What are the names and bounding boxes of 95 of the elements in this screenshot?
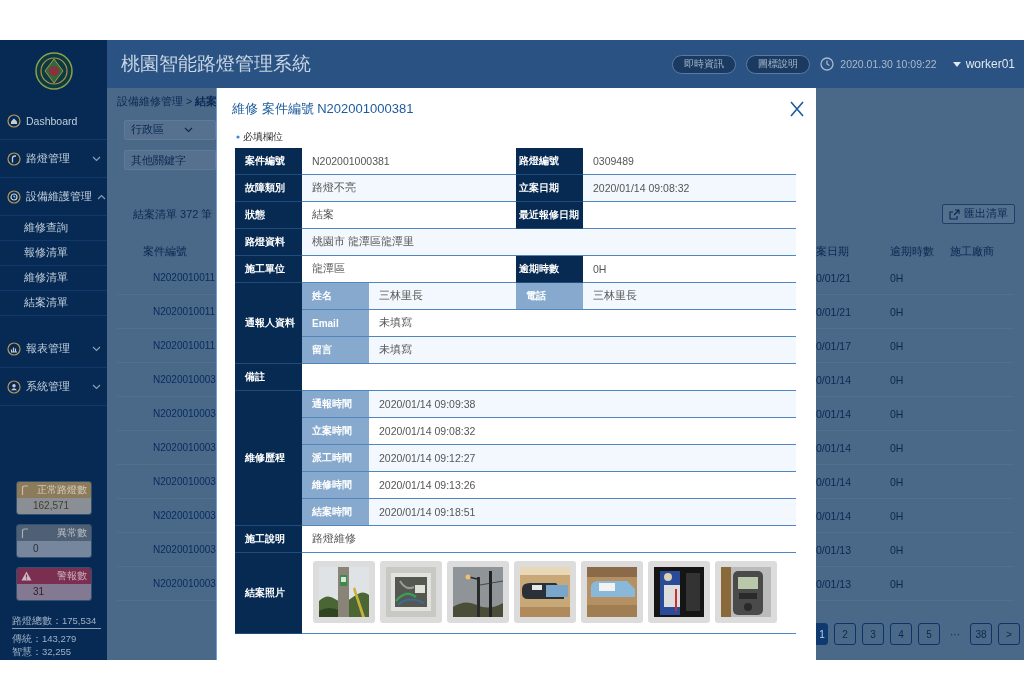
field-label: 立案日期 [516, 175, 583, 202]
table-cell-text: 0H [890, 271, 905, 286]
table-cell-text: 0/01/14 [816, 475, 853, 490]
field-label: 施工說明 [235, 526, 302, 553]
sub-label: 維修時間 [302, 472, 369, 499]
field-label: 路燈編號 [516, 148, 583, 175]
table-cell-text: 0H [890, 509, 905, 524]
export-icon [949, 208, 960, 220]
lamp-total: 智慧：32,255 [12, 645, 73, 658]
photo-thumbnail[interactable] [380, 561, 442, 623]
chart-icon [7, 341, 21, 356]
lamp-icon [7, 151, 21, 166]
table-cell-text: 0H [890, 577, 905, 592]
field-value: 2020/01/14 09:12:27 [369, 445, 796, 472]
table-cell-text: 0H [890, 407, 905, 422]
table-cell-text: 0H [890, 475, 905, 490]
emblem-logo [34, 52, 73, 90]
house-icon [7, 113, 21, 128]
table-cell-text: 0/01/14 [816, 407, 853, 422]
chevron-down-icon [184, 127, 193, 133]
photo-thumbnail[interactable] [313, 561, 375, 623]
lamp-icon [21, 528, 29, 538]
field-label: 案件編號 [235, 148, 302, 175]
sub-label: 留言 [302, 337, 369, 364]
table-cell-text: 0H [890, 305, 905, 320]
field-label: 維修歷程 [235, 391, 302, 526]
stat-value: 162,571 [17, 498, 91, 514]
stat-label: 正常路燈數 [37, 483, 87, 497]
pagination-ellipsis: ··· [949, 628, 961, 640]
stat-label: 警報數 [57, 569, 87, 583]
stat-value: 0 [17, 541, 91, 557]
field-label: 路燈資料 [235, 229, 302, 256]
photo-thumbnail[interactable] [715, 561, 777, 623]
table-cell-text: 0H [890, 373, 905, 388]
app-title: 桃園智能路燈管理系統 [121, 52, 311, 76]
field-label: 備註 [235, 364, 302, 391]
field-label: 狀態 [235, 202, 302, 229]
close-icon [790, 101, 804, 117]
table-cell-text: 0/01/14 [816, 373, 853, 388]
field-label: 逾期時數 [516, 256, 583, 283]
caret-icon [952, 61, 961, 67]
user-menu[interactable]: worker01 [952, 57, 1015, 71]
modal-title: 維修 案件編號 N202001000381 [232, 100, 414, 118]
field-label: 故障類別 [235, 175, 302, 202]
sub-label: 通報時間 [302, 391, 369, 418]
sub-label: Email [302, 310, 369, 337]
photo-thumbnail[interactable] [648, 561, 710, 623]
sub-label: 姓名 [302, 283, 369, 310]
keyword-field[interactable]: 其他關鍵字 [124, 150, 216, 170]
person-icon [7, 379, 21, 394]
lamp-total: 傳統：143,279 [12, 632, 78, 645]
sub-label: 立案時間 [302, 418, 369, 445]
field-value: 2020/01/14 09:08:32 [583, 175, 796, 202]
stat-value: 31 [17, 584, 91, 600]
required-note: 必填欄位 [243, 130, 283, 144]
photo-thumbnail[interactable] [514, 561, 576, 623]
clock-icon [7, 189, 21, 204]
page-button[interactable]: 1 [816, 623, 828, 645]
column-header: 案日期 [816, 244, 850, 259]
table-cell-text: 0H [890, 543, 905, 558]
field-label: 最近報修日期 [516, 202, 583, 229]
date-time: 2020.01.30 10:09:22 [840, 58, 937, 70]
table-cell-text: 0/01/13 [816, 577, 853, 592]
header-button[interactable]: 即時資訊 [672, 54, 737, 74]
photo-thumbnail[interactable] [581, 561, 643, 623]
field-label: 結案照片 [235, 553, 302, 634]
sub-label: 電話 [516, 283, 583, 310]
field-value: 路燈不亮 [302, 175, 516, 202]
field-label: 施工單位 [235, 256, 302, 283]
field-value: 2020/01/14 09:09:38 [369, 391, 796, 418]
warning-icon [21, 571, 32, 581]
lamp-total: 路燈總數：175,534 [12, 614, 101, 629]
header-button[interactable]: 圖標說明 [746, 54, 811, 74]
table-cell-text: 0/01/17 [816, 339, 853, 354]
field-label: 通報人資料 [235, 283, 302, 364]
bullet-icon [236, 135, 240, 139]
field-value: 2020/01/14 09:18:51 [369, 499, 796, 526]
clock-icon [820, 57, 835, 71]
table-cell-text: 0H [890, 441, 905, 456]
table-cell-text: 0/01/21 [816, 271, 853, 286]
stat-label: 異常數 [57, 526, 87, 540]
table-cell-text: 0/01/21 [816, 305, 853, 320]
field-value: 三林里長 [369, 283, 516, 310]
table-cell-text: 0/01/14 [816, 509, 853, 524]
field-value: 桃園市 龍潭區龍潭里 [302, 229, 796, 256]
close-button[interactable] [790, 101, 804, 117]
sub-label: 派工時間 [302, 445, 369, 472]
photo-thumbnail[interactable] [447, 561, 509, 623]
lamp-icon [21, 485, 29, 495]
field-value: 三林里長 [583, 283, 796, 310]
table-cell-text: 0H [890, 339, 905, 354]
table-cell-text: 0/01/13 [816, 543, 853, 558]
field-value: 未填寫 [369, 337, 796, 364]
table-cell-text: 0/01/14 [816, 441, 853, 456]
sub-label: 結案時間 [302, 499, 369, 526]
